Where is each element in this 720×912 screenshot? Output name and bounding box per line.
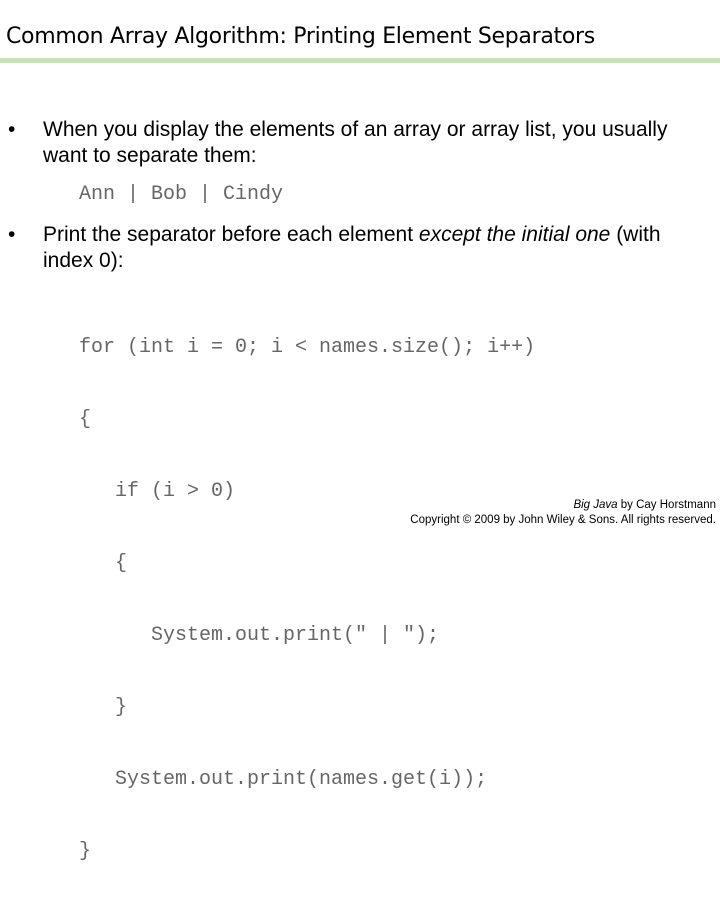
title-underline-rule — [0, 58, 720, 63]
bullet-text-emphasis: except the initial one — [418, 223, 611, 246]
code-line: } — [79, 696, 128, 719]
example-output: Ann | Bob | Cindy — [79, 183, 284, 206]
bullet-icon: • — [8, 118, 16, 141]
code-line: { — [79, 408, 92, 431]
code-line: for (int i = 0; i < names.size(); i++) — [79, 336, 536, 359]
footer-copyright: Copyright © 2009 by John Wiley & Sons. A… — [410, 514, 716, 526]
footer-book-line: Big Java by Cay Horstmann — [410, 498, 716, 513]
slide-title: Common Array Algorithm: Printing Element… — [6, 24, 595, 49]
code-line: System.out.print(names.get(i)); — [79, 768, 488, 791]
code-line: System.out.print(" | "); — [79, 624, 440, 647]
bullet-text: Print the separator before each element … — [43, 222, 703, 274]
book-author: by Cay Horstmann — [617, 499, 716, 511]
code-line: } — [79, 840, 92, 863]
code-line: { — [79, 552, 128, 575]
bullet-text: When you display the elements of an arra… — [43, 118, 668, 167]
footer-credits: Big Java by Cay Horstmann Copyright © 20… — [410, 498, 716, 528]
book-title: Big Java — [573, 499, 618, 511]
code-block: for (int i = 0; i < names.size(); i++) {… — [79, 288, 535, 912]
bullet-text-before: Print the separator before each element — [43, 223, 419, 246]
bullet-icon: • — [8, 223, 16, 246]
